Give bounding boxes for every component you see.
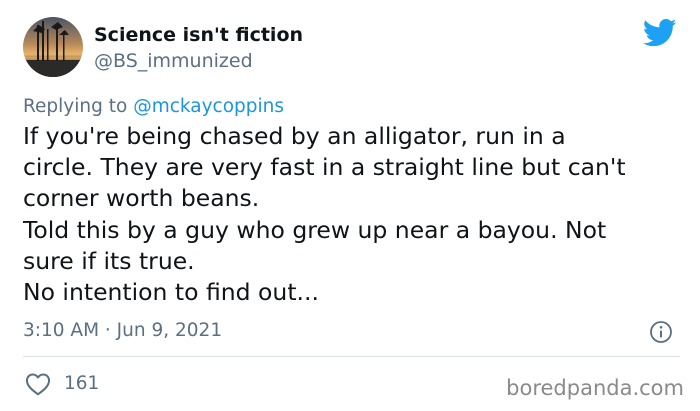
info-icon[interactable] <box>649 320 673 344</box>
tweet-text-line: No intention to find out... <box>23 278 319 307</box>
like-count: 161 <box>64 373 100 394</box>
boredpanda-watermark: boredpanda.com <box>506 376 684 400</box>
sunset-trees-avatar <box>23 17 83 77</box>
tweet-text-line: circle. They are very fast in a straight… <box>23 153 626 182</box>
twitter-bird-icon[interactable] <box>642 18 677 48</box>
author-avatar[interactable] <box>23 17 83 77</box>
divider <box>23 356 680 357</box>
tweet-text-line: If you're being chased by an alligator, … <box>23 122 566 150</box>
tweet-text-line: corner worth beans. <box>23 184 260 213</box>
heart-icon[interactable] <box>25 372 51 396</box>
replying-to-mention[interactable]: @mckaycoppins <box>133 96 284 117</box>
author-handle[interactable]: @BS_immunized <box>94 48 253 74</box>
tweet-text: If you're being chased by an alligator, … <box>23 121 688 308</box>
tweet-card: Science isn't fiction @BS_immunized Repl… <box>0 0 700 411</box>
replying-to-prefix: Replying to <box>23 96 134 117</box>
tweet-timestamp[interactable]: 3:10 AM · Jun 9, 2021 <box>23 318 222 344</box>
tweet-text-line: Told this by a guy who grew up near a ba… <box>23 215 607 244</box>
tweet-text-line: sure if its true. <box>23 246 195 275</box>
author-display-name[interactable]: Science isn't fiction <box>94 22 303 48</box>
replying-to: Replying to @mckaycoppins <box>23 94 284 120</box>
